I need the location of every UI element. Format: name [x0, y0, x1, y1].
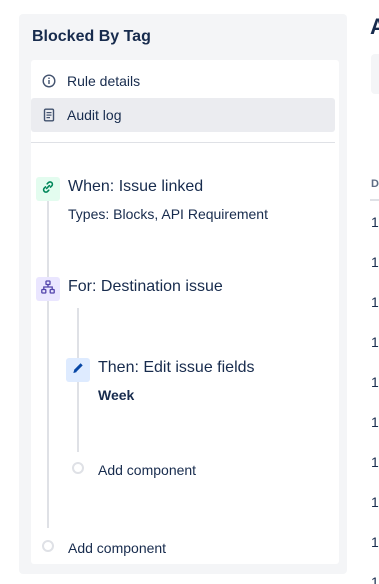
info-icon [31, 64, 67, 98]
table-cell: 1 [371, 294, 379, 310]
action-title[interactable]: Then: Edit issue fields [98, 359, 255, 377]
rule-details-label: Rule details [67, 73, 141, 89]
table-cell: 1 [371, 334, 379, 350]
table-cell: 1 [371, 494, 379, 510]
table-header-divider [370, 199, 379, 201]
hierarchy-icon [41, 279, 55, 299]
trigger-icon-box[interactable] [36, 177, 60, 201]
audit-log-item[interactable]: Audit log [31, 98, 335, 132]
table-cell: 1 [371, 574, 379, 584]
rule-card: Rule details Audit log When: Issue linke… [31, 60, 339, 564]
add-component-nested-dot[interactable] [72, 462, 84, 474]
root-connector-line [47, 186, 49, 528]
branch-title[interactable]: For: Destination issue [68, 278, 223, 296]
rule-details-item[interactable]: Rule details [31, 64, 335, 98]
branch-icon-box[interactable] [36, 277, 60, 301]
divider [31, 142, 335, 143]
trigger-subtitle: Types: Blocks, API Requirement [68, 206, 268, 222]
rule-title: Blocked By Tag [32, 28, 151, 45]
table-cell: 1 [371, 534, 379, 550]
add-component-root-dot[interactable] [42, 540, 54, 552]
action-icon-box[interactable] [66, 358, 90, 382]
table-cell: 1 [371, 254, 379, 270]
audit-log-label: Audit log [67, 107, 122, 123]
table-cell: 1 [371, 414, 379, 430]
table-cell: 1 [371, 374, 379, 390]
document-icon [31, 98, 67, 132]
table-cell: 1 [371, 454, 379, 470]
pencil-icon [71, 361, 85, 380]
table-column-header: D [371, 178, 379, 190]
trigger-title[interactable]: When: Issue linked [68, 178, 203, 196]
add-component-root[interactable]: Add component [68, 540, 166, 556]
add-component-nested[interactable]: Add component [98, 462, 196, 478]
rule-editor-panel: Blocked By Tag Rule details Audit log Wh… [19, 14, 347, 574]
table-cell: 1 [371, 214, 379, 230]
action-subtitle: Week [98, 387, 135, 403]
link-icon [41, 180, 55, 199]
main-heading: A [370, 14, 379, 39]
main-toolbar-box[interactable] [371, 54, 379, 94]
